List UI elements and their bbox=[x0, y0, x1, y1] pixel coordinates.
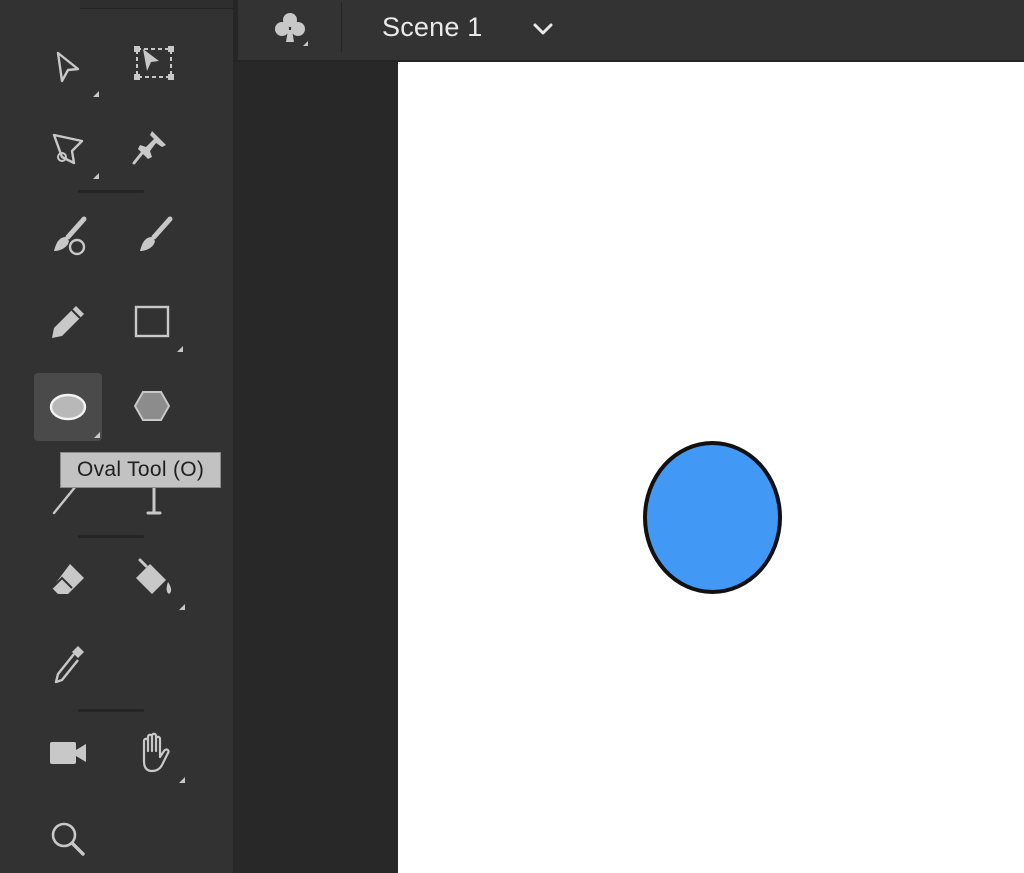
lasso-tool-button[interactable] bbox=[35, 116, 101, 182]
pencil-icon bbox=[52, 306, 84, 338]
oval-icon bbox=[49, 393, 87, 421]
eraser-icon bbox=[51, 564, 84, 594]
flyout-indicator bbox=[179, 604, 185, 610]
tools-divider bbox=[78, 535, 144, 538]
lasso-icon bbox=[52, 133, 84, 165]
edit-bar-separator bbox=[341, 2, 342, 52]
pencil-tool-button[interactable] bbox=[35, 289, 101, 355]
scene-name: Scene 1 bbox=[382, 12, 483, 42]
tool-tooltip: Oval Tool (O) bbox=[60, 452, 222, 488]
magnifier-icon bbox=[51, 822, 85, 856]
paint-brush-tool-button[interactable] bbox=[35, 204, 101, 270]
oval-tool-button[interactable] bbox=[34, 373, 102, 441]
tools-panel bbox=[0, 0, 233, 873]
polystar-tool-button[interactable] bbox=[119, 373, 185, 439]
rectangle-icon bbox=[134, 305, 170, 338]
brush-tool-button[interactable] bbox=[121, 204, 187, 270]
camera-tool-button[interactable] bbox=[35, 720, 101, 786]
paint-brush-icon bbox=[54, 216, 87, 256]
rectangle-tool-button[interactable] bbox=[119, 289, 185, 355]
selection-arrow-icon bbox=[56, 51, 80, 83]
camera-icon bbox=[50, 742, 86, 764]
edit-bar: Scene 1 bbox=[238, 0, 1024, 62]
zoom-tool-button[interactable] bbox=[35, 806, 101, 872]
paint-bucket-icon bbox=[136, 558, 172, 594]
chevron-down-icon bbox=[533, 23, 553, 35]
paint-bucket-tool-button[interactable] bbox=[121, 547, 187, 613]
hexagon-icon bbox=[133, 391, 171, 421]
selection-tool-button[interactable] bbox=[35, 34, 101, 100]
flyout-indicator bbox=[94, 432, 100, 438]
brush-icon bbox=[140, 216, 173, 251]
tools-divider bbox=[78, 190, 144, 193]
flyout-indicator bbox=[93, 173, 99, 179]
free-transform-icon bbox=[134, 46, 174, 80]
pin-icon bbox=[132, 131, 166, 165]
eyedropper-icon bbox=[54, 646, 84, 684]
flyout-indicator bbox=[179, 777, 185, 783]
edit-symbols-button[interactable] bbox=[264, 4, 316, 52]
flyout-indicator bbox=[177, 346, 183, 352]
blue-oval-shape[interactable] bbox=[643, 441, 782, 594]
tools-panel-header bbox=[80, 0, 233, 9]
eraser-tool-button[interactable] bbox=[35, 547, 101, 613]
hand-icon bbox=[142, 732, 170, 773]
free-transform-tool-button[interactable] bbox=[121, 30, 187, 96]
flyout-indicator bbox=[303, 41, 308, 46]
hand-tool-button[interactable] bbox=[121, 720, 187, 786]
pin-tool-button[interactable] bbox=[117, 114, 183, 180]
eyedropper-tool-button[interactable] bbox=[35, 633, 101, 699]
flyout-indicator bbox=[93, 91, 99, 97]
tools-divider bbox=[78, 709, 144, 712]
scene-dropdown-button[interactable] bbox=[528, 14, 558, 44]
